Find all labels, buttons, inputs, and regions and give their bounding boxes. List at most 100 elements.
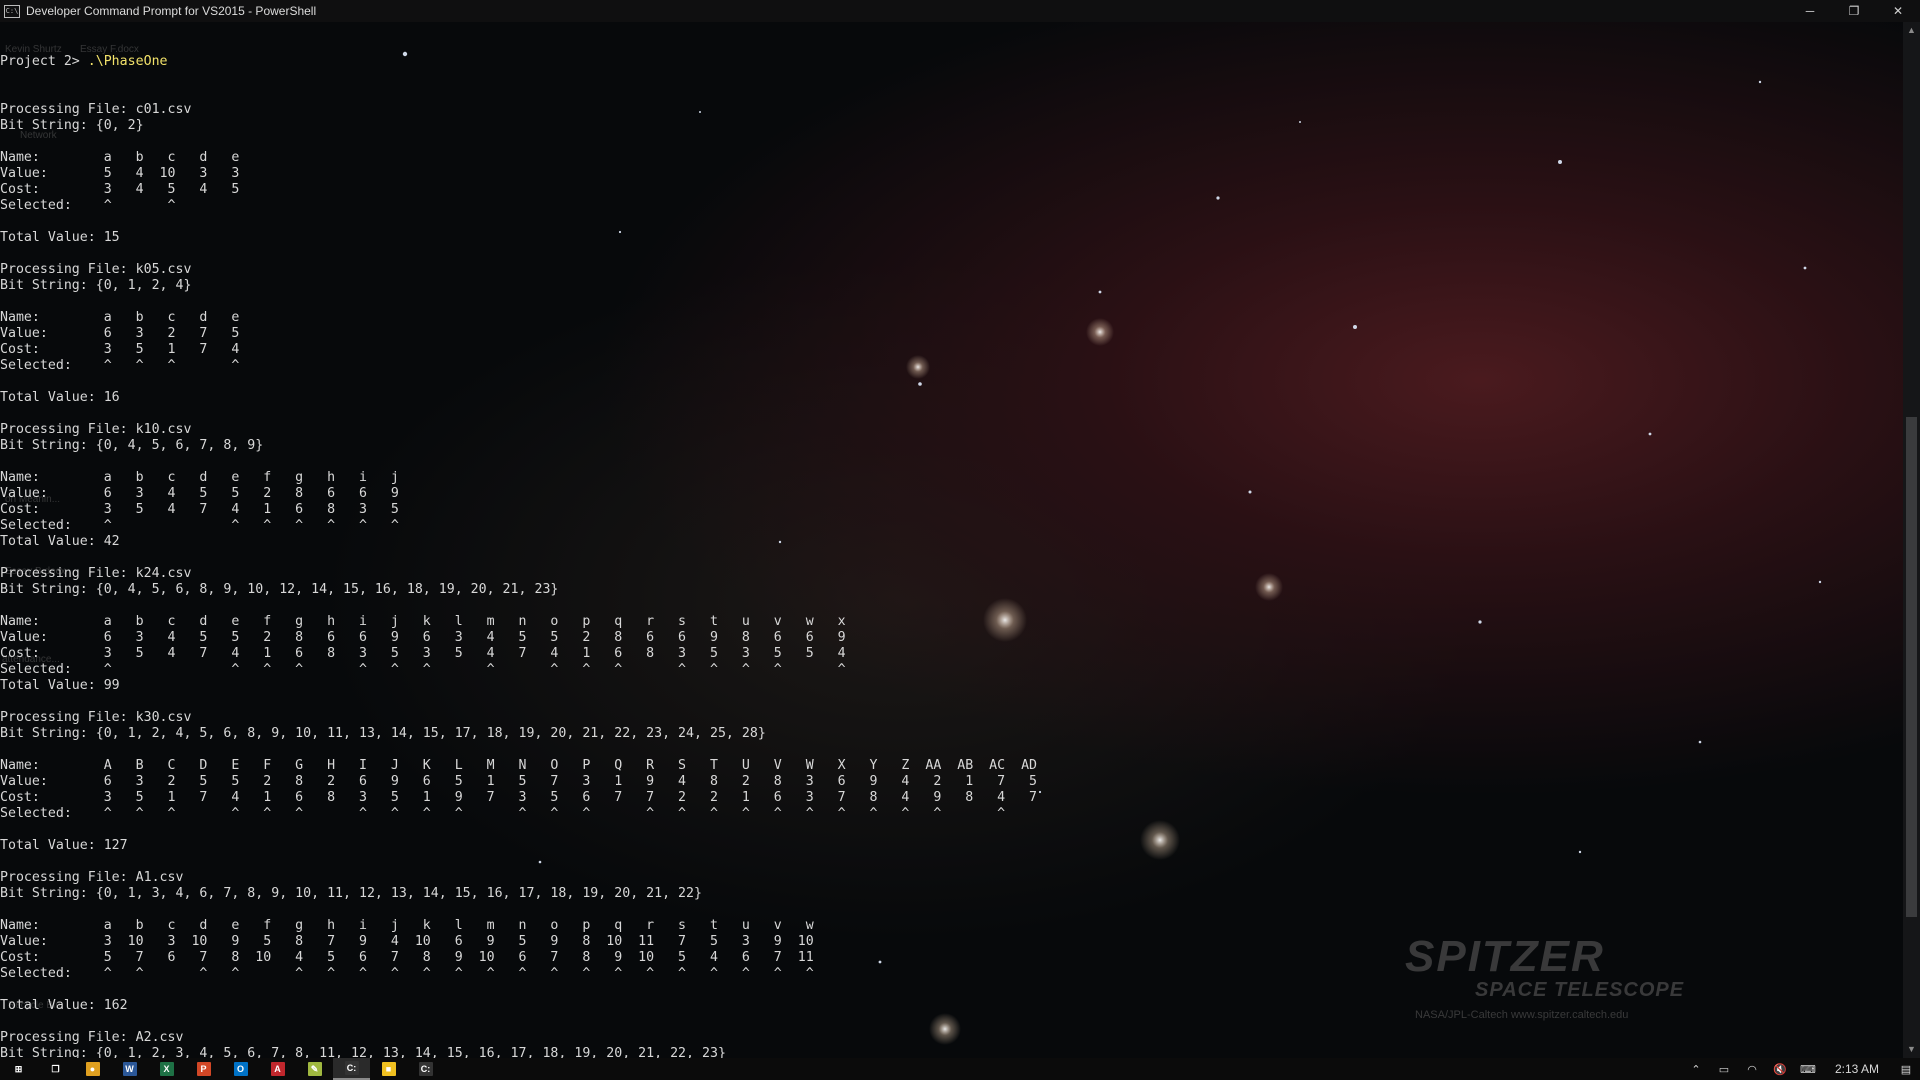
console-line: Value: 5 4 10 3 3 <box>0 166 240 181</box>
console-line: Cost: 3 5 4 7 4 1 6 8 3 5 <box>0 502 399 517</box>
console-line: Processing File: k10.csv <box>0 422 192 437</box>
taskbar: ⊞ ❐ ● W X P O A ✎ C: ■ C: ⌃ ▭ ◠ 🔇 ⌨ 2:13 AM ▤ <box>0 1058 1920 1080</box>
console-line: Total Value: 15 <box>0 230 120 245</box>
prompt-command: .\PhaseOne <box>87 54 168 69</box>
console-lines: Processing File: c01.csv Bit String: {0, … <box>0 102 1900 1058</box>
task-view-button[interactable]: ❐ <box>37 1058 74 1080</box>
excel-icon: X <box>159 1062 174 1076</box>
console-line: Processing File: k30.csv <box>0 710 192 725</box>
console-line: Value: 6 3 4 5 5 2 8 6 6 9 <box>0 486 399 501</box>
console-line: Selected: ^ ^ ^ ^ ^ ^ ^ ^ ^ ^ ^ ^ ^ ^ ^ … <box>0 966 814 981</box>
chrome-icon: ● <box>85 1062 100 1076</box>
console-line: Bit String: {0, 1, 2, 4} <box>0 278 192 293</box>
notepad-icon: ✎ <box>307 1062 322 1076</box>
console-line: Bit String: {0, 2} <box>0 118 144 133</box>
console-line: Cost: 3 4 5 4 5 <box>0 182 240 197</box>
console-line: Cost: 3 5 4 7 4 1 6 8 3 5 3 5 4 7 4 1 6 … <box>0 646 846 661</box>
word-button[interactable]: W <box>111 1058 148 1080</box>
scroll-thumb[interactable] <box>1906 417 1917 917</box>
console-line: Cost: 5 7 6 7 8 10 4 5 6 7 8 9 10 6 7 8 … <box>0 950 814 965</box>
cmd-icon: C: <box>344 1061 359 1075</box>
console-line: Processing File: c01.csv <box>0 102 192 117</box>
cmd-app-icon: C:\ <box>4 4 20 18</box>
system-tray: ⌃ ▭ ◠ 🔇 ⌨ 2:13 AM ▤ <box>1682 1058 1920 1080</box>
console-line: Bit String: {0, 1, 2, 3, 4, 5, 6, 7, 8, … <box>0 1046 726 1058</box>
close-button[interactable]: ✕ <box>1876 0 1920 22</box>
clock[interactable]: 2:13 AM <box>1822 1062 1892 1076</box>
acrobat-button[interactable]: A <box>259 1058 296 1080</box>
notepad-button[interactable]: ✎ <box>296 1058 333 1080</box>
excel-button[interactable]: X <box>148 1058 185 1080</box>
word-icon: W <box>122 1062 137 1076</box>
outlook-button[interactable]: O <box>222 1058 259 1080</box>
cmd-button-2[interactable]: C: <box>407 1058 444 1080</box>
chrome-button[interactable]: ● <box>74 1058 111 1080</box>
scroll-up-arrow[interactable]: ▲ <box>1903 22 1920 39</box>
cmd-icon: C: <box>418 1062 433 1076</box>
window-titlebar: C:\ Developer Command Prompt for VS2015 … <box>0 0 1920 22</box>
console-line: Total Value: 16 <box>0 390 120 405</box>
chevron-up-icon[interactable]: ⌃ <box>1682 1063 1710 1076</box>
console-line: Bit String: {0, 1, 3, 4, 6, 7, 8, 9, 10,… <box>0 886 702 901</box>
console-line: Total Value: 99 <box>0 678 120 693</box>
console-line: Bit String: {0, 1, 2, 4, 5, 6, 8, 9, 10,… <box>0 726 766 741</box>
sticky-notes-button[interactable]: ■ <box>370 1058 407 1080</box>
outlook-icon: O <box>233 1062 248 1076</box>
console-line: Processing File: k05.csv <box>0 262 192 277</box>
console-line: Cost: 3 5 1 7 4 <box>0 342 240 357</box>
restore-button[interactable]: ❐ <box>1832 0 1876 22</box>
console-line: Selected: ^ ^ ^ ^ ^ ^ ^ ^ ^ ^ ^ ^ ^ ^ ^ … <box>0 806 1006 821</box>
window-title: Developer Command Prompt for VS2015 - Po… <box>26 4 317 18</box>
console-line: Selected: ^ ^ <box>0 198 176 213</box>
cmd-button[interactable]: C: <box>333 1058 370 1080</box>
console-line: Selected: ^ ^ ^ ^ ^ ^ ^ <box>0 518 399 533</box>
console-scrollbar[interactable]: ▲ ▼ <box>1903 22 1920 1058</box>
prompt-prefix: Project 2> <box>0 54 88 69</box>
task-view-icon: ❐ <box>51 1063 60 1074</box>
console-line: Selected: ^ ^ ^ ^ <box>0 358 240 373</box>
console-output[interactable]: Project 2> .\PhaseOne Processing File: c… <box>0 22 1900 1058</box>
volume-muted-icon[interactable]: 🔇 <box>1766 1063 1794 1076</box>
powerpoint-icon: P <box>196 1062 211 1076</box>
console-line: Name: A B C D E F G H I J K L M N O P Q … <box>0 758 1038 773</box>
console-line: Bit String: {0, 4, 5, 6, 7, 8, 9} <box>0 438 264 453</box>
scroll-down-arrow[interactable]: ▼ <box>1903 1041 1920 1058</box>
action-center-icon[interactable]: ▤ <box>1892 1063 1920 1076</box>
powerpoint-button[interactable]: P <box>185 1058 222 1080</box>
wifi-icon[interactable]: ◠ <box>1738 1063 1766 1076</box>
console-line: Processing File: k24.csv <box>0 566 192 581</box>
acrobat-icon: A <box>270 1062 285 1076</box>
console-line: Value: 6 3 2 7 5 <box>0 326 240 341</box>
console-line: Name: a b c d e f g h i j <box>0 470 399 485</box>
console-line: Name: a b c d e f g h i j k l m n o p q … <box>0 918 814 933</box>
console-line: Total Value: 127 <box>0 838 128 853</box>
console-line: Value: 6 3 4 5 5 2 8 6 6 9 6 3 4 5 5 2 8… <box>0 630 846 645</box>
console-line: Bit String: {0, 4, 5, 6, 8, 9, 10, 12, 1… <box>0 582 559 597</box>
start-button[interactable]: ⊞ <box>0 1058 37 1080</box>
battery-icon[interactable]: ▭ <box>1710 1063 1738 1076</box>
console-line: Value: 3 10 3 10 9 5 8 7 9 4 10 6 9 5 9 … <box>0 934 814 949</box>
console-line: Name: a b c d e f g h i j k l m n o p q … <box>0 614 846 629</box>
prompt-line: Project 2> .\PhaseOne <box>0 54 1900 70</box>
console-line: Processing File: A1.csv <box>0 870 184 885</box>
console-line: Value: 6 3 2 5 5 2 8 2 6 9 6 5 1 5 7 3 1… <box>0 774 1038 789</box>
console-line: Name: a b c d e <box>0 310 240 325</box>
taskbar-items: ⊞ ❐ ● W X P O A ✎ C: ■ C: <box>0 1058 444 1080</box>
console-line: Total Value: 42 <box>0 534 120 549</box>
minimize-button[interactable]: ─ <box>1788 0 1832 22</box>
keyboard-icon[interactable]: ⌨ <box>1794 1063 1822 1076</box>
console-line: Cost: 3 5 1 7 4 1 6 8 3 5 1 9 7 3 5 6 7 … <box>0 790 1038 805</box>
